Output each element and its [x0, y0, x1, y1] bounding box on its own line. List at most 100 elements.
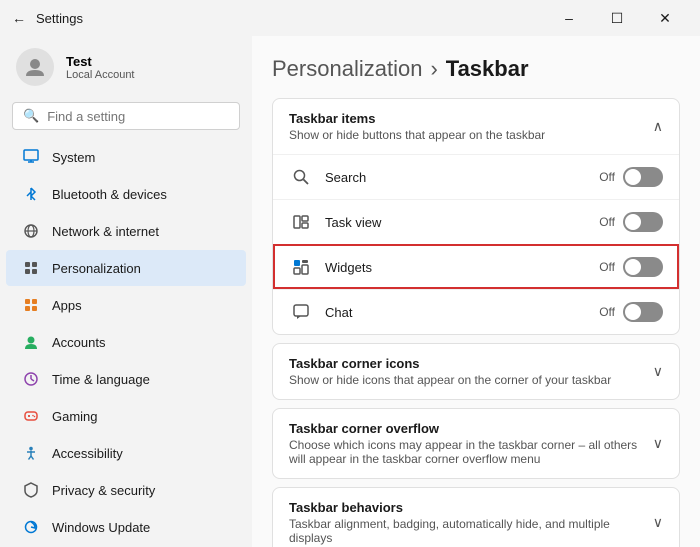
sidebar-label-gaming: Gaming	[52, 409, 98, 424]
section-title-taskbar-items: Taskbar items	[289, 111, 545, 126]
setting-status-search: Off	[599, 170, 615, 184]
sidebar-item-personalization[interactable]: Personalization	[6, 250, 246, 286]
avatar	[16, 48, 54, 86]
section-header-taskbar-corner-icons[interactable]: Taskbar corner icons Show or hide icons …	[273, 344, 679, 399]
sidebar-label-privacy: Privacy & security	[52, 483, 155, 498]
sidebar-label-time: Time & language	[52, 372, 150, 387]
sidebar-item-accessibility[interactable]: Accessibility	[6, 435, 246, 471]
setting-label-search: Search	[325, 170, 599, 185]
main-content: Personalization › Taskbar Taskbar items …	[252, 36, 700, 547]
widgets-setting-icon	[289, 255, 313, 279]
apps-icon	[22, 296, 40, 314]
setting-label-taskview: Task view	[325, 215, 599, 230]
user-info: Test Local Account	[66, 54, 135, 81]
setting-status-taskview: Off	[599, 215, 615, 229]
section-title-taskbar-behaviors: Taskbar behaviors	[289, 500, 653, 515]
network-icon	[22, 222, 40, 240]
taskview-setting-icon	[289, 210, 313, 234]
toggle-chat[interactable]	[623, 302, 663, 322]
section-header-text-taskbar-behaviors: Taskbar behaviors Taskbar alignment, bad…	[289, 500, 653, 545]
section-header-text-taskbar-items: Taskbar items Show or hide buttons that …	[289, 111, 545, 142]
setting-label-chat: Chat	[325, 305, 599, 320]
privacy-icon	[22, 481, 40, 499]
section-sub-taskbar-corner-overflow: Choose which icons may appear in the tas…	[289, 438, 653, 466]
section-title-taskbar-corner-overflow: Taskbar corner overflow	[289, 421, 653, 436]
toggle-widgets[interactable]	[623, 257, 663, 277]
sections-container: Taskbar items Show or hide buttons that …	[272, 98, 680, 547]
gaming-icon	[22, 407, 40, 425]
sidebar-label-update: Windows Update	[52, 520, 150, 535]
time-icon	[22, 370, 40, 388]
toggle-thumb-widgets	[625, 259, 641, 275]
user-name: Test	[66, 54, 135, 69]
setting-row-search: Search Off	[273, 154, 679, 199]
section-header-text-taskbar-corner-icons: Taskbar corner icons Show or hide icons …	[289, 356, 611, 387]
nav-container: System Bluetooth & devices Network & int…	[0, 138, 252, 546]
sidebar-label-personalization: Personalization	[52, 261, 141, 276]
breadcrumb-separator: ›	[430, 56, 437, 82]
section-header-taskbar-items[interactable]: Taskbar items Show or hide buttons that …	[273, 99, 679, 154]
setting-row-widgets: Widgets Off	[273, 244, 679, 289]
section-header-taskbar-behaviors[interactable]: Taskbar behaviors Taskbar alignment, bad…	[273, 488, 679, 547]
chevron-taskbar-items: ∧	[653, 118, 663, 135]
breadcrumb-parent: Personalization	[272, 56, 422, 82]
sidebar-item-bluetooth[interactable]: Bluetooth & devices	[6, 176, 246, 212]
toggle-thumb-taskview	[625, 214, 641, 230]
sidebar: Test Local Account 🔍 System Bluetooth & …	[0, 36, 252, 547]
setting-row-chat: Chat Off	[273, 289, 679, 334]
sidebar-item-apps[interactable]: Apps	[6, 287, 246, 323]
setting-row-taskview: Task view Off	[273, 199, 679, 244]
setting-label-widgets: Widgets	[325, 260, 599, 275]
update-icon	[22, 518, 40, 536]
breadcrumb: Personalization › Taskbar	[272, 56, 680, 82]
section-sub-taskbar-items: Show or hide buttons that appear on the …	[289, 128, 545, 142]
maximize-button[interactable]: ☐	[594, 4, 640, 32]
sidebar-label-bluetooth: Bluetooth & devices	[52, 187, 167, 202]
user-subtitle: Local Account	[66, 69, 135, 81]
minimize-button[interactable]: –	[546, 4, 592, 32]
sidebar-item-system[interactable]: System	[6, 139, 246, 175]
search-input[interactable]	[47, 109, 229, 124]
toggle-thumb-search	[625, 169, 641, 185]
sidebar-label-accounts: Accounts	[52, 335, 105, 350]
search-box[interactable]: 🔍	[12, 102, 240, 130]
close-button[interactable]: ✕	[642, 4, 688, 32]
user-profile[interactable]: Test Local Account	[0, 36, 252, 98]
section-taskbar-corner-icons: Taskbar corner icons Show or hide icons …	[272, 343, 680, 400]
sidebar-label-apps: Apps	[52, 298, 82, 313]
search-setting-icon	[289, 165, 313, 189]
sidebar-item-privacy[interactable]: Privacy & security	[6, 472, 246, 508]
chevron-taskbar-behaviors: ∨	[653, 514, 663, 531]
chevron-taskbar-corner-overflow: ∨	[653, 435, 663, 452]
sidebar-label-system: System	[52, 150, 95, 165]
sidebar-label-network: Network & internet	[52, 224, 159, 239]
toggle-search[interactable]	[623, 167, 663, 187]
setting-status-chat: Off	[599, 305, 615, 319]
system-icon	[22, 148, 40, 166]
sidebar-item-time[interactable]: Time & language	[6, 361, 246, 397]
accounts-icon	[22, 333, 40, 351]
sidebar-item-update[interactable]: Windows Update	[6, 509, 246, 545]
accessibility-icon	[22, 444, 40, 462]
breadcrumb-current: Taskbar	[446, 56, 529, 82]
sidebar-item-network[interactable]: Network & internet	[6, 213, 246, 249]
chevron-taskbar-corner-icons: ∨	[653, 363, 663, 380]
chat-setting-icon	[289, 300, 313, 324]
section-sub-taskbar-corner-icons: Show or hide icons that appear on the co…	[289, 373, 611, 387]
personalization-icon	[22, 259, 40, 277]
sidebar-item-gaming[interactable]: Gaming	[6, 398, 246, 434]
section-sub-taskbar-behaviors: Taskbar alignment, badging, automaticall…	[289, 517, 653, 545]
toggle-taskview[interactable]	[623, 212, 663, 232]
section-header-text-taskbar-corner-overflow: Taskbar corner overflow Choose which ico…	[289, 421, 653, 466]
window-controls: – ☐ ✕	[546, 4, 688, 32]
section-title-taskbar-corner-icons: Taskbar corner icons	[289, 356, 611, 371]
back-icon[interactable]: ←	[12, 10, 26, 26]
app-title: Settings	[36, 11, 83, 26]
section-taskbar-behaviors: Taskbar behaviors Taskbar alignment, bad…	[272, 487, 680, 547]
section-taskbar-corner-overflow: Taskbar corner overflow Choose which ico…	[272, 408, 680, 479]
sidebar-item-accounts[interactable]: Accounts	[6, 324, 246, 360]
toggle-thumb-chat	[625, 304, 641, 320]
title-bar: ← Settings – ☐ ✕	[0, 0, 700, 36]
search-icon: 🔍	[23, 108, 39, 124]
section-header-taskbar-corner-overflow[interactable]: Taskbar corner overflow Choose which ico…	[273, 409, 679, 478]
